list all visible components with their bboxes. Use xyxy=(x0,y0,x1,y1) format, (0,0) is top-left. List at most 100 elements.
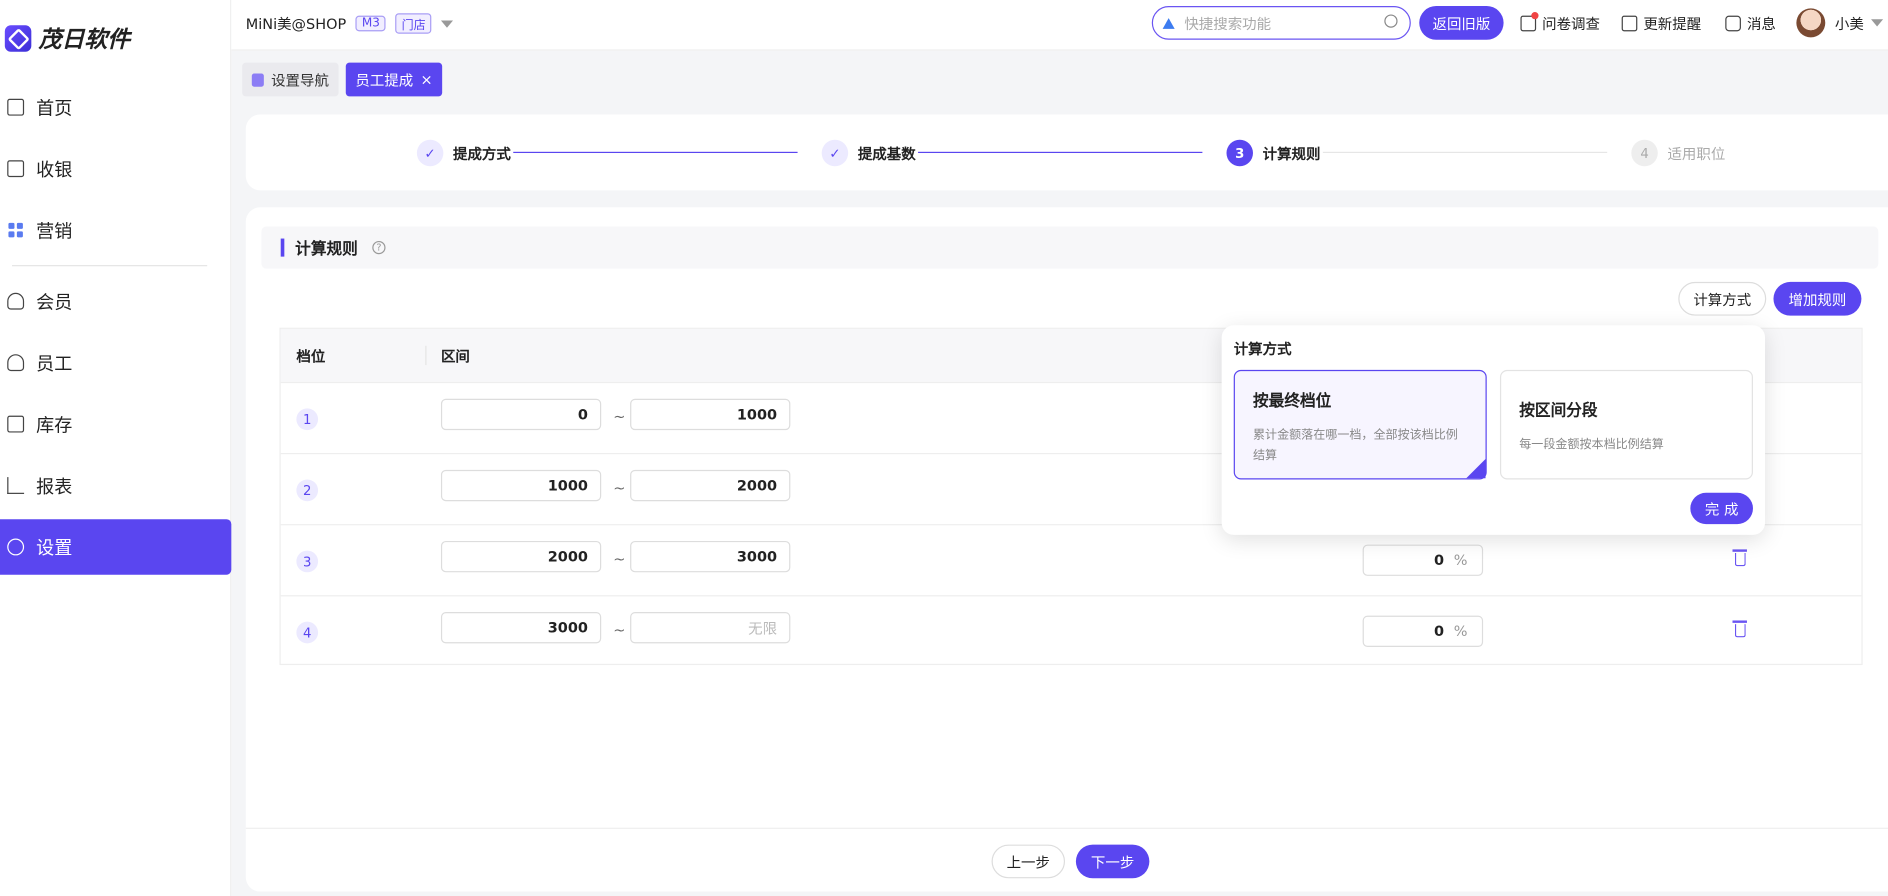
sidebar-item-home[interactable]: 首页 xyxy=(0,80,231,135)
sidebar-item-label: 会员 xyxy=(36,290,73,313)
next-step-button[interactable]: 下一步 xyxy=(1075,844,1150,879)
search-input[interactable]: 快捷搜索功能 xyxy=(1151,6,1411,40)
range-to-input[interactable]: 无限 xyxy=(630,612,791,644)
survey-label: 问卷调查 xyxy=(1542,15,1600,33)
shop-switcher[interactable]: MiNi美@SHOP M3 门店 xyxy=(246,13,454,34)
messages-button[interactable]: 消息 xyxy=(1725,13,1776,33)
range-to-input[interactable]: 3000 xyxy=(630,540,791,573)
member-icon xyxy=(7,292,25,310)
option-segment[interactable]: 按区间分段 每一段金额按本档比例结算 xyxy=(1499,369,1753,480)
delete-icon[interactable] xyxy=(1732,620,1747,638)
add-rule-button[interactable]: 增加规则 xyxy=(1773,281,1862,316)
sidebar-nav: 首页 收银 营销 会员 员工 库存 报表 设置 xyxy=(0,80,232,581)
step-connector xyxy=(918,151,1203,154)
option-title: 按区间分段 xyxy=(1519,402,1598,421)
survey-button[interactable]: 问卷调查 xyxy=(1520,12,1600,33)
sidebar-item-member[interactable]: 会员 xyxy=(0,273,231,328)
chevron-down-icon[interactable] xyxy=(1871,19,1884,27)
settings-icon xyxy=(7,538,25,556)
step-1[interactable]: ✓ 提成方式 xyxy=(416,139,511,167)
range-from-input[interactable]: 1000 xyxy=(440,469,602,502)
step-label: 提成基数 xyxy=(857,145,916,163)
range-from-input[interactable]: 2000 xyxy=(440,540,602,573)
avatar[interactable] xyxy=(1796,8,1826,38)
delete-icon[interactable] xyxy=(1732,549,1747,567)
help-icon[interactable]: ? xyxy=(372,240,386,255)
range-separator: ~ xyxy=(613,621,626,639)
rules-panel: 计算规则 ? 计算方式 增加规则 档位 区间 1 0 ~ 1000 2 1000… xyxy=(245,207,1888,892)
range-to-input[interactable]: 2000 xyxy=(630,469,791,502)
page: 茂日软件 首页 收银 营销 会员 员工 库存 报表 设置 MiNi美@SHOP … xyxy=(0,0,1888,896)
message-icon xyxy=(1725,15,1741,32)
back-to-old-version-button[interactable]: 返回旧版 xyxy=(1419,6,1504,40)
level-badge: 4 xyxy=(296,621,319,644)
sidebar-item-settings[interactable]: 设置 xyxy=(0,519,232,575)
step-progress: ✓ 提成方式 ✓ 提成基数 3 计算规则 4 适用职位 xyxy=(245,114,1888,191)
percent-input[interactable]: 0% xyxy=(1362,544,1484,576)
sidebar-divider xyxy=(12,265,208,267)
staff-icon xyxy=(7,354,25,372)
section-header: 计算规则 ? xyxy=(261,226,1879,269)
option-title: 按最终档位 xyxy=(1252,392,1332,411)
step-number: 4 xyxy=(1631,139,1658,167)
update-label: 更新提醒 xyxy=(1643,15,1702,33)
logo-text: 茂日软件 xyxy=(38,26,131,54)
notification-dot xyxy=(1531,12,1539,20)
sidebar-item-staff[interactable]: 员工 xyxy=(0,335,231,390)
logo[interactable]: 茂日软件 xyxy=(4,22,131,55)
selected-check-icon xyxy=(1466,459,1486,479)
sidebar-item-label: 员工 xyxy=(36,352,73,375)
sidebar-item-label: 营销 xyxy=(36,219,73,242)
level-badge: 3 xyxy=(296,550,319,573)
step-connector xyxy=(513,151,798,154)
tab-bar: 设置导航 员工提成 × xyxy=(242,62,443,97)
calc-method-button[interactable]: 计算方式 xyxy=(1678,281,1767,316)
chevron-down-icon[interactable] xyxy=(441,19,454,28)
survey-icon xyxy=(1520,12,1539,32)
step-4[interactable]: 4 适用职位 xyxy=(1631,139,1725,167)
step-label: 提成方式 xyxy=(453,145,511,163)
marketing-icon xyxy=(7,222,24,239)
sidebar-item-cashier[interactable]: 收银 xyxy=(0,141,231,196)
range-to-input[interactable]: 1000 xyxy=(630,398,791,431)
search-icon[interactable] xyxy=(1384,14,1398,28)
update-icon xyxy=(1621,15,1638,32)
option-final-level[interactable]: 按最终档位 累计金额落在哪一档，全部按该档比例结算 xyxy=(1233,369,1487,480)
step-2[interactable]: ✓ 提成基数 xyxy=(821,139,916,167)
level-badge: 2 xyxy=(296,479,319,502)
col-range: 区间 xyxy=(440,347,470,365)
tab-label: 设置导航 xyxy=(271,71,329,89)
step-number: 3 xyxy=(1226,139,1253,167)
option-desc: 累计金额落在哪一档，全部按该档比例结算 xyxy=(1252,428,1458,463)
search-placeholder: 快捷搜索功能 xyxy=(1184,15,1272,32)
step-3[interactable]: 3 计算规则 xyxy=(1226,139,1320,167)
range-separator: ~ xyxy=(613,408,626,426)
sidebar-item-label: 收银 xyxy=(36,158,73,181)
sidebar-item-label: 库存 xyxy=(36,413,73,436)
user-name[interactable]: 小美 xyxy=(1835,13,1864,33)
sidebar-item-inventory[interactable]: 库存 xyxy=(0,396,231,451)
tab-staff-commission[interactable]: 员工提成 × xyxy=(345,62,443,97)
percent-value: 0 xyxy=(1433,551,1445,569)
tab-settings-nav[interactable]: 设置导航 xyxy=(242,62,339,97)
sidebar-item-marketing[interactable]: 营销 xyxy=(0,202,231,257)
range-from-input[interactable]: 3000 xyxy=(440,612,602,644)
col-level: 档位 xyxy=(296,347,326,365)
check-icon: ✓ xyxy=(416,139,444,167)
option-desc: 每一段金额按本档比例结算 xyxy=(1519,438,1664,452)
range-from-input[interactable]: 0 xyxy=(440,398,602,431)
col-divider xyxy=(425,345,427,366)
calc-method-popover: 计算方式 按最终档位 累计金额落在哪一档，全部按该档比例结算 按区间分段 每一段… xyxy=(1221,325,1766,535)
range-separator: ~ xyxy=(613,550,626,568)
sidebar-item-label: 报表 xyxy=(36,475,73,497)
range-separator: ~ xyxy=(613,479,626,497)
close-icon[interactable]: × xyxy=(421,71,433,88)
home-icon xyxy=(7,98,25,116)
percent-input[interactable]: 0% xyxy=(1362,615,1484,647)
done-button[interactable]: 完 成 xyxy=(1690,492,1753,525)
prev-step-button[interactable]: 上一步 xyxy=(991,844,1066,879)
percent-unit: % xyxy=(1453,622,1468,640)
percent-unit: % xyxy=(1453,551,1468,569)
sidebar-item-report[interactable]: 报表 xyxy=(0,458,231,513)
update-reminder-button[interactable]: 更新提醒 xyxy=(1621,13,1702,33)
